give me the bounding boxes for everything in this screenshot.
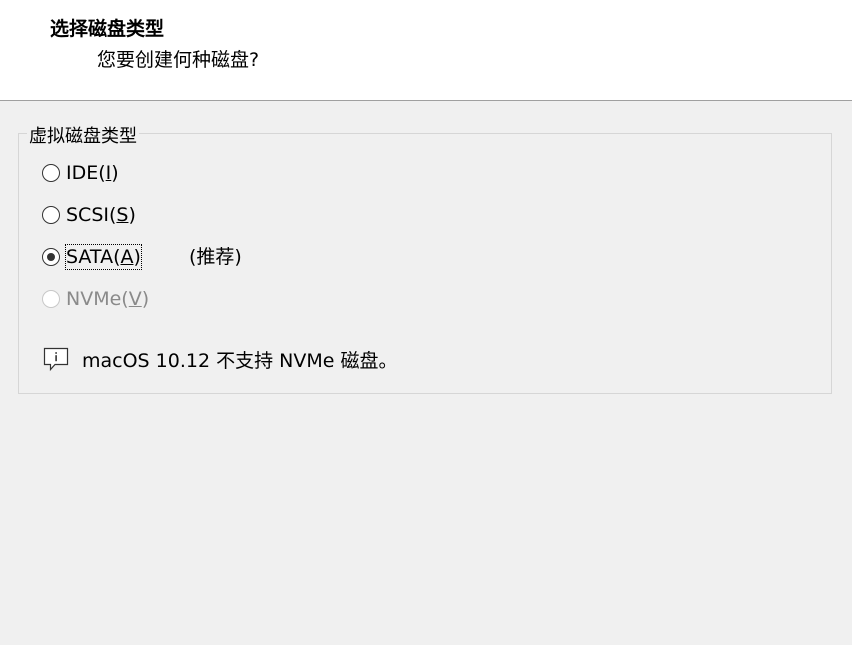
radio-button-ide[interactable] <box>42 164 60 182</box>
groupbox-label: 虚拟磁盘类型 <box>27 122 139 148</box>
radio-sata[interactable]: SATA(A) <box>42 244 142 270</box>
radio-label-scsi[interactable]: SCSI(S) <box>66 203 136 227</box>
radio-ide[interactable]: IDE(I) <box>42 161 119 185</box>
radio-button-nvme <box>42 290 60 308</box>
radio-label-ide[interactable]: IDE(I) <box>66 161 119 185</box>
radio-scsi[interactable]: SCSI(S) <box>42 203 136 227</box>
info-message: macOS 10.12 不支持 NVMe 磁盘。 <box>43 346 397 372</box>
info-text: macOS 10.12 不支持 NVMe 磁盘。 <box>82 349 398 372</box>
radio-nvme: NVMe(V) <box>42 287 149 311</box>
radio-label-sata[interactable]: SATA(A) <box>65 244 142 270</box>
radio-label-nvme: NVMe(V) <box>66 288 150 310</box>
info-comment-icon <box>43 347 69 372</box>
dialog-header: 选择磁盘类型 您要创建何种磁盘? <box>0 0 852 101</box>
page-subtitle: 您要创建何种磁盘? <box>97 49 260 71</box>
recommended-note: (推荐) <box>189 246 242 268</box>
radio-button-scsi[interactable] <box>42 206 60 224</box>
page-title: 选择磁盘类型 <box>50 18 165 40</box>
radio-button-sata[interactable] <box>42 248 60 266</box>
